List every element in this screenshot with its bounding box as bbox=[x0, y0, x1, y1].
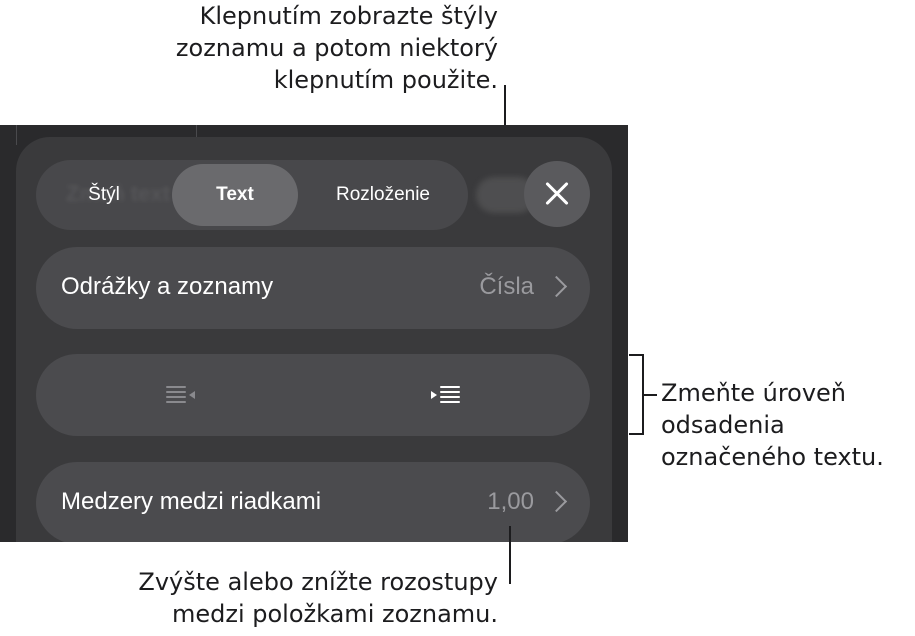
indent-controls bbox=[36, 354, 590, 436]
callout-line-spacing: Zvýšte alebo znížte rozostupy medzi polo… bbox=[138, 568, 498, 628]
chevron-right-icon bbox=[545, 275, 568, 298]
callout-indent-level: Zmeňte úroveň odsadenia označeného textu… bbox=[661, 379, 884, 471]
bullets-label: Odrážky a zoznamy bbox=[61, 273, 274, 300]
callout-list-styles: Klepnutím zobrazte štýly zoznamu a potom… bbox=[175, 2, 498, 94]
increase-indent-icon[interactable] bbox=[428, 384, 464, 406]
screenshot-region: Zmeň text Štýl Text Rozloženie Odrážky a… bbox=[0, 125, 628, 542]
decrease-indent-icon[interactable] bbox=[164, 384, 200, 406]
bullets-value: Čísla bbox=[479, 273, 534, 300]
tab-text[interactable]: Text bbox=[172, 164, 298, 226]
tab-layout[interactable]: Rozloženie bbox=[308, 164, 458, 226]
line-spacing-value: 1,00 bbox=[487, 488, 534, 515]
tab-style[interactable]: Štýl bbox=[44, 164, 164, 226]
format-tabs: Zmeň text Štýl Text Rozloženie bbox=[36, 160, 468, 230]
leader-line-bottom bbox=[509, 526, 511, 584]
bracket-right-top bbox=[629, 354, 643, 356]
line-spacing-label: Medzery medzi riadkami bbox=[61, 488, 322, 515]
leader-line-right bbox=[643, 394, 657, 396]
close-button[interactable] bbox=[524, 161, 590, 227]
bullets-and-lists-button[interactable]: Odrážky a zoznamy Čísla bbox=[36, 247, 590, 329]
format-panel: Zmeň text Štýl Text Rozloženie Odrážky a… bbox=[16, 137, 612, 542]
background-divider bbox=[16, 125, 17, 145]
bracket-right-bottom bbox=[629, 433, 643, 435]
chevron-right-icon bbox=[545, 490, 568, 513]
line-spacing-button[interactable]: Medzery medzi riadkami 1,00 bbox=[36, 462, 590, 542]
